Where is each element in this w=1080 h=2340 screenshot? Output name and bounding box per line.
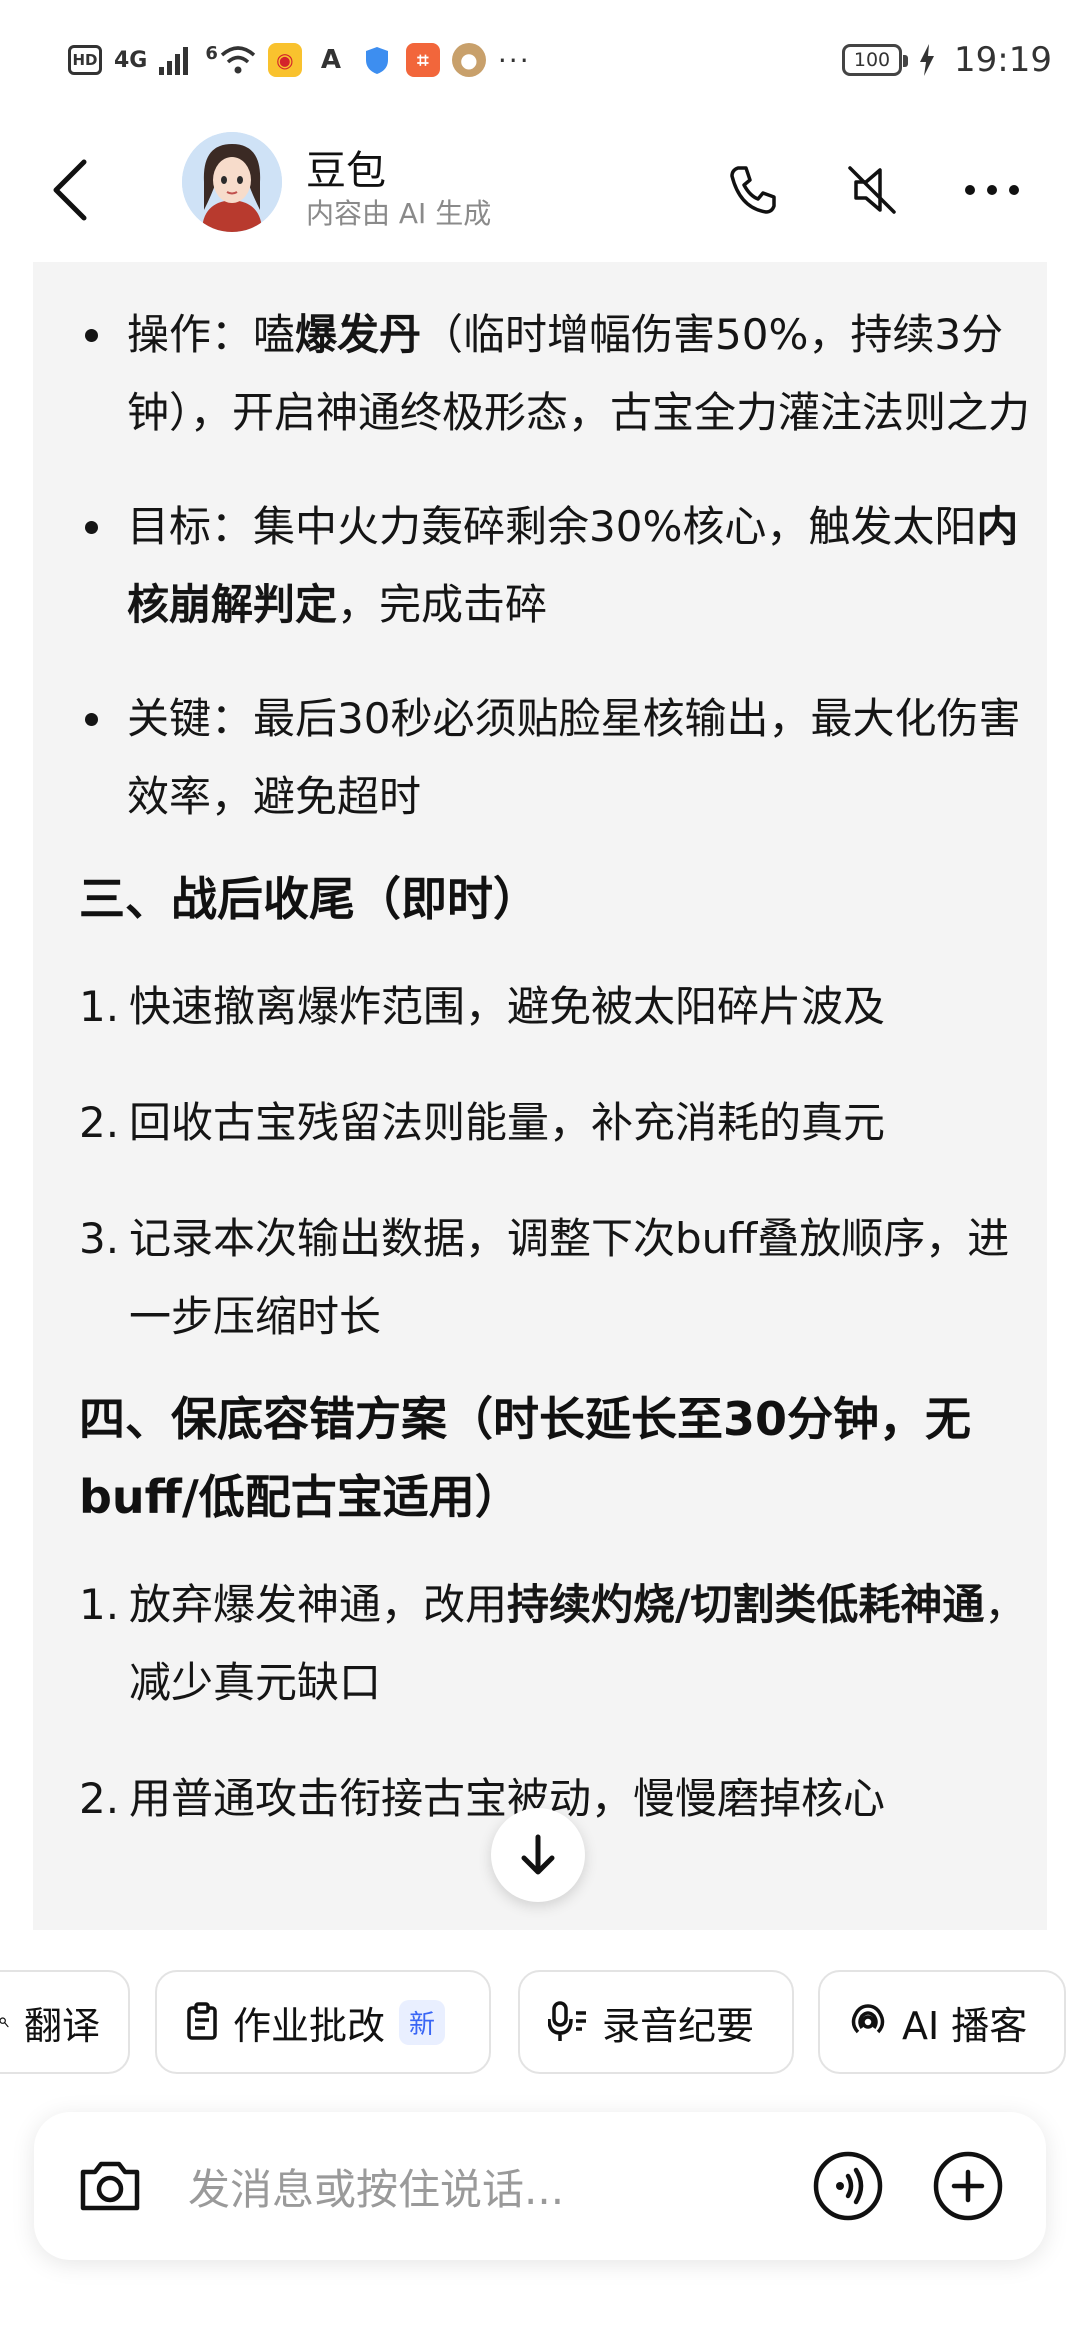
avatar[interactable] xyxy=(182,132,282,232)
numbered-item: 1. 快速撤离爆炸范围，避免被太阳碎片波及 xyxy=(79,982,886,1031)
plus-circle-icon xyxy=(933,2151,1003,2221)
chip-label: 录音纪要 xyxy=(602,2003,755,2048)
wifi-tag-label: 6 xyxy=(205,42,218,64)
arrow-down-icon xyxy=(521,1834,555,1875)
bullet-item: 关键：最后30秒必须贴脸星核输出，最大化伤害效率，避免超时 xyxy=(79,680,1039,836)
charging-icon xyxy=(920,44,935,76)
chat-header: 豆包 内容由 AI 生成 xyxy=(0,120,1080,260)
more-notifications-icon: ··· xyxy=(497,43,531,77)
chip-translate[interactable]: 翻译 xyxy=(0,1970,130,2074)
back-button[interactable] xyxy=(40,150,100,230)
grid-app-icon: ⌗ xyxy=(405,43,440,77)
message-content: 操作：嗑爆发丹（临时增幅伤害50%，持续3分钟），开启神通终极形态，古宝全力灌注… xyxy=(79,296,1039,1876)
chat-subtitle: 内容由 AI 生成 xyxy=(306,197,492,230)
dog-app-icon: ● xyxy=(451,43,486,77)
font-app-icon: A xyxy=(313,43,348,77)
camera-icon xyxy=(80,2161,140,2211)
chip-homework-grading[interactable]: 作业批改 新 xyxy=(155,1970,491,2074)
section-heading: 四、保底容错方案（时长延长至30分钟，无buff/低配古宝适用） xyxy=(79,1392,972,1524)
translate-icon xyxy=(0,2017,9,2028)
numbered-item: 1. 放弃爆发神通，改用持续灼烧/切割类低耗神通，减少真元缺口 xyxy=(79,1580,1027,1707)
chip-label: AI 播客 xyxy=(902,2003,1028,2048)
status-right: 100 19:19 xyxy=(842,38,1052,82)
bullet-item: 操作：嗑爆发丹（临时增幅伤害50%，持续3分钟），开启神通终极形态，古宝全力灌注… xyxy=(79,296,1039,452)
quick-actions-bar: 翻译 作业批改 新 录音纪要 AI 播客 xyxy=(0,1930,1080,2080)
message-input-bar: 发消息或按住说话... xyxy=(34,2112,1046,2260)
numbered-item: 3. 记录本次输出数据，调整下次buff叠放顺序，进一步压缩时长 xyxy=(79,1214,1010,1341)
voice-wave-icon xyxy=(813,2151,883,2221)
clipboard-icon xyxy=(187,2002,217,2040)
bullet-item: 目标：集中火力轰碎剩余30%核心，触发太阳内核崩解判定，完成击碎 xyxy=(79,488,1039,644)
add-attachment-button[interactable] xyxy=(926,2144,1010,2228)
speaker-muted-icon xyxy=(848,166,896,214)
message-input[interactable]: 发消息或按住说话... xyxy=(188,2156,564,2217)
ai-message-bubble: 操作：嗑爆发丹（临时增幅伤害50%，持续3分钟），开启神通终极形态，古宝全力灌注… xyxy=(33,262,1047,1930)
phone-icon xyxy=(730,166,776,214)
chip-recording-summary[interactable]: 录音纪要 xyxy=(518,1970,794,2074)
chip-label: 翻译 xyxy=(23,2003,100,2048)
status-left: HD 4G 6 ◉ A ⌗ ● ··· xyxy=(68,38,531,82)
weibo-app-icon: ◉ xyxy=(267,43,302,77)
numbered-item: 2. 回收古宝残留法则能量，补充消耗的真元 xyxy=(79,1098,886,1147)
scroll-to-bottom-button[interactable] xyxy=(491,1808,585,1902)
chat-title: 豆包 xyxy=(306,148,386,194)
wifi-icon xyxy=(220,46,256,74)
camera-button[interactable] xyxy=(70,2146,150,2226)
chip-ai-podcast[interactable]: AI 播客 xyxy=(818,1970,1066,2074)
mute-button[interactable] xyxy=(832,150,912,230)
status-bar: HD 4G 6 ◉ A ⌗ ● ··· 100 19:19 xyxy=(0,0,1080,120)
battery-icon: 100 xyxy=(842,44,909,76)
call-button[interactable] xyxy=(712,150,792,230)
chip-label: 作业批改 xyxy=(233,2003,386,2048)
signal-icon xyxy=(159,47,189,75)
new-badge: 新 xyxy=(399,1999,446,2045)
hd-icon: HD xyxy=(68,45,102,75)
more-button[interactable] xyxy=(952,150,1032,230)
shield-app-icon xyxy=(359,43,394,77)
chevron-left-icon xyxy=(53,159,87,221)
clock: 19:19 xyxy=(954,40,1052,80)
network-label: 4G xyxy=(114,47,148,73)
voice-call-button[interactable] xyxy=(806,2144,890,2228)
more-dots-icon xyxy=(965,185,1019,195)
section-heading: 三、战后收尾（即时） xyxy=(79,872,539,926)
microphone-icon xyxy=(548,2001,586,2041)
podcast-icon xyxy=(851,2004,885,2034)
